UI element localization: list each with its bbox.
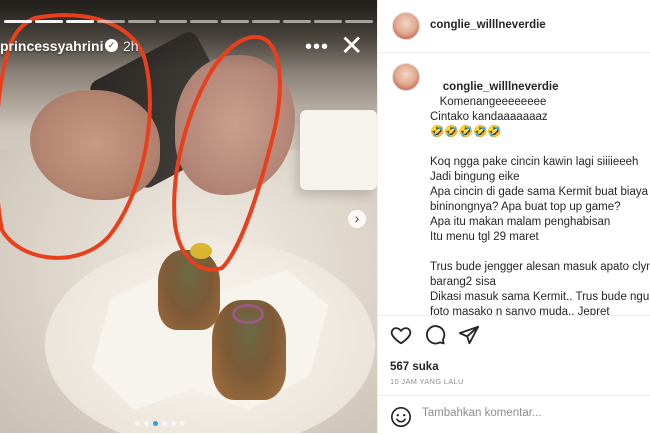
comment-line: Itu menu tgl 29 maret: [430, 231, 539, 243]
comment-line: Apa itu makan malam penghabisan: [430, 216, 611, 228]
story-progress-segment: [128, 20, 156, 23]
post-panel: conglie_willlneverdie conglie_willlnever…: [377, 0, 650, 434]
post-time-ago: 10 JAM YANG LALU: [390, 377, 464, 386]
story-progress-segment: [314, 20, 342, 23]
story-progress-segment: [221, 20, 249, 23]
story-progress-segment: [283, 20, 311, 23]
story-progress-segment: [66, 20, 94, 23]
action-icons: [390, 324, 480, 346]
comment-line: Koq ngga pake cincin kawin lagi siiiieee…: [430, 156, 639, 168]
story-progress-segment: [159, 20, 187, 23]
post-actions: 567 suka 10 JAM YANG LALU: [378, 315, 650, 434]
story-progress-segment: [345, 20, 373, 23]
close-icon[interactable]: ✕: [340, 32, 363, 60]
carousel-indicator: [135, 421, 185, 426]
tart-garnish: [190, 243, 212, 259]
carousel-dot: [180, 421, 185, 426]
napkin: [300, 110, 377, 190]
story-progress-segment: [190, 20, 218, 23]
comment-line: foto masako n sanyo muda.. Jepret: [430, 306, 610, 315]
story-progress-segment: [35, 20, 63, 23]
comment-line: 🤣🤣🤣🤣🤣: [430, 126, 502, 138]
story-progress-segment: [4, 20, 32, 23]
carousel-dot: [144, 421, 149, 426]
heart-icon[interactable]: [390, 324, 412, 346]
comment-line: Dikasi masuk sama Kermit.. Trus bude ngu…: [430, 291, 650, 303]
comment-line: Apa cincin di gade sama Kermit buat biay…: [430, 186, 648, 198]
comment-input[interactable]: [422, 407, 632, 419]
add-comment-bar: [378, 395, 650, 435]
carousel-dot: [162, 421, 167, 426]
avatar[interactable]: [392, 63, 420, 91]
comment-icon[interactable]: [424, 324, 446, 346]
post-header: conglie_willlneverdie: [378, 0, 650, 53]
comment-line: Trus bude jengger alesan masuk apato cly…: [430, 261, 650, 273]
comment-line: barang2 sisa: [430, 276, 496, 288]
caption-comment: conglie_willlneverdie Komenangeeeeeeee Ci…: [430, 65, 650, 315]
top-shade: [0, 0, 377, 70]
story-timestamp: 2h: [123, 38, 139, 54]
comment-username[interactable]: conglie_willlneverdie: [443, 81, 559, 93]
tart-garnish: [232, 304, 264, 324]
carousel-dot: [171, 421, 176, 426]
header-username[interactable]: conglie_willlneverdie: [430, 19, 546, 31]
comment-line: bininongnya? Apa buat top up game?: [430, 201, 621, 213]
verified-badge-icon: ✓: [105, 39, 118, 52]
story-username[interactable]: princessyahrini: [0, 38, 104, 54]
more-options-icon[interactable]: •••: [305, 36, 329, 59]
comment-line: Komenangeeeeeeee: [439, 96, 547, 108]
story-progress-bar: [0, 20, 377, 23]
story-progress-segment: [97, 20, 125, 23]
like-count[interactable]: 567 suka: [390, 361, 439, 373]
tart-dessert: [158, 250, 220, 330]
share-icon[interactable]: [458, 324, 480, 346]
story-progress-segment: [252, 20, 280, 23]
carousel-dot: [135, 421, 140, 426]
comment-line: Cintako kandaaaaaaaz: [430, 111, 548, 123]
story-media: princessyahrini ✓ 2h ••• ✕ ›: [0, 0, 377, 433]
next-arrow-icon[interactable]: ›: [348, 210, 366, 228]
carousel-dot: [153, 421, 158, 426]
avatar[interactable]: [392, 12, 420, 40]
emoji-icon[interactable]: [390, 406, 412, 428]
comment-line: Jadi bingung eike: [430, 171, 520, 183]
